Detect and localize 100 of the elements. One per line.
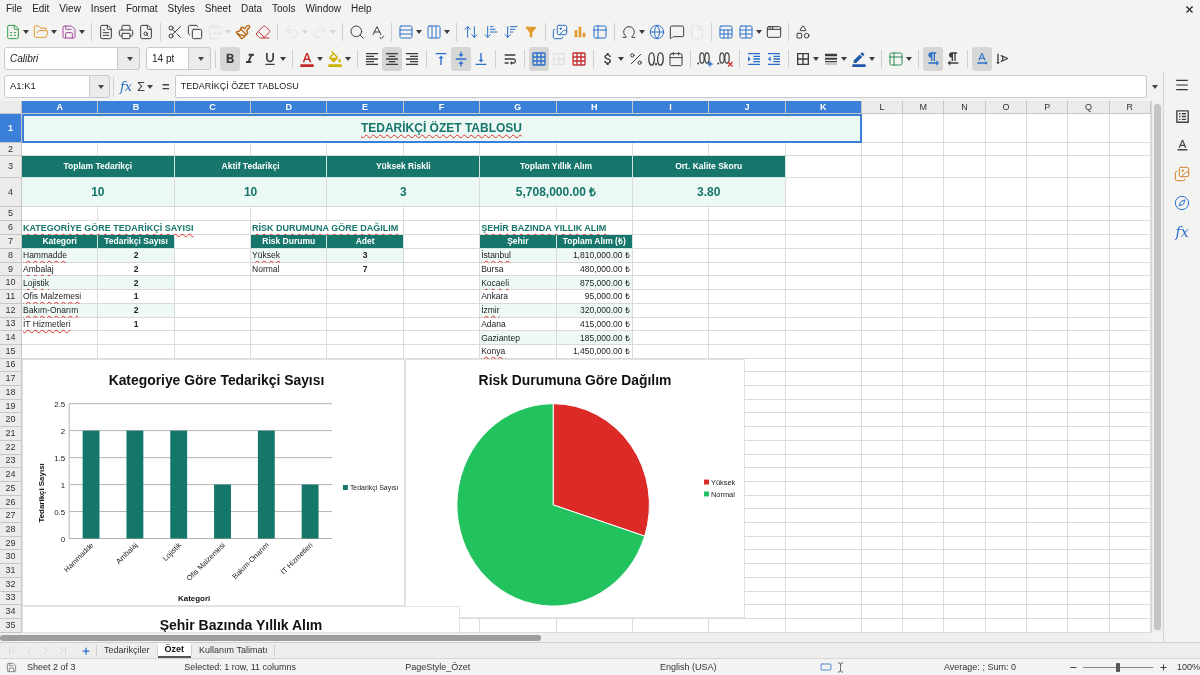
menu-item[interactable]: Insert [85,4,121,14]
table-cell: 2 [98,276,175,291]
sheet-tab[interactable]: Kullanım Talimatı [192,643,275,658]
column-header[interactable]: D [251,101,328,114]
kpi-header-cell: Yüksek Riskli [327,156,481,178]
column-header[interactable]: M [903,101,945,114]
row-header[interactable]: 6 [0,221,22,235]
kpi-header-cell: Toplam Tedarikçi [22,156,175,178]
zoom-level: 100% [1176,662,1200,672]
table-cell: 3 [327,249,404,263]
row-header[interactable]: 11 [0,290,22,304]
font-name-field[interactable]: Calibri [4,47,118,70]
table-cell: 1,810,000.00 ₺ [556,249,633,263]
menu-item[interactable]: Styles [162,4,200,14]
row-header[interactable]: 27 [0,509,22,524]
vertical-scrollbar[interactable] [1151,101,1163,633]
sheet-tab[interactable]: Özet [157,643,192,658]
column-header[interactable]: B [98,101,175,114]
name-box[interactable]: A1:K1 [4,75,90,98]
caret-icon [51,29,57,34]
column-header[interactable]: L [861,101,904,114]
column-header[interactable]: K [785,101,862,114]
close-icon [1183,3,1195,15]
font-name-dropdown[interactable] [118,47,140,70]
row-header[interactable]: 14 [0,331,22,345]
table-header-cell: Risk Durumu [251,235,328,249]
row-header[interactable]: 24 [0,468,22,482]
row-header[interactable]: 31 [0,564,22,578]
column-header[interactable]: A [22,101,99,114]
font-size-field[interactable]: 14 pt [146,47,189,70]
kpi-value-cell: 3 [327,178,481,207]
caret-icon [869,56,875,61]
menu-item[interactable]: Help [346,4,377,14]
column-header[interactable]: H [556,101,633,114]
menu-item[interactable]: Data [235,4,268,14]
row-header[interactable]: 18 [0,386,22,400]
row-header[interactable]: 7 [0,235,22,249]
caret-icon [618,56,624,61]
zoom-slider[interactable] [1083,662,1154,672]
table-header-cell: Tedarikçi Sayısı [98,235,175,249]
row-header[interactable]: 8 [0,249,22,263]
caret-icon [126,56,133,61]
column-header[interactable]: P [1027,101,1069,114]
sum-button[interactable]: Σ [135,80,156,93]
column-header[interactable]: F [403,101,481,114]
column-header[interactable]: I [632,101,710,114]
table-header-cell: Toplam Alım (₺) [556,235,633,249]
column-header[interactable]: C [174,101,252,114]
caret-icon [79,29,85,34]
row-header[interactable]: 1 [0,114,22,143]
formula-input[interactable]: TEDARİKÇİ ÖZET TABLOSU [174,75,1147,98]
sheet-tab[interactable]: Tedarikçiler [97,643,157,658]
table-cell: Kocaeli [480,276,557,291]
rectangle-icon[interactable] [820,661,833,673]
menu-item[interactable]: File [1,4,28,14]
table-cell: Bakım-Onarım [22,303,99,318]
row-header[interactable]: 5 [0,207,22,221]
table-cell: Gaziantep [480,331,557,345]
menu-item[interactable]: Sheet [199,4,236,14]
row-header[interactable]: 10 [0,276,22,291]
chart-title: Kategoriye Göre Tedarikçi Sayısı [108,371,325,388]
language: English (USA) [658,662,718,672]
row-header[interactable]: 4 [0,178,22,207]
column-header[interactable]: R [1109,101,1151,114]
kpi-value-cell: 5,708,000.00 ₺ [480,178,633,207]
title-cell: TEDARİKÇİ ÖZET TABLOSU [22,114,862,143]
function-wizard-button[interactable]: fx [117,80,135,93]
tick-label: 2.5 [54,399,66,409]
caret-icon [1152,84,1158,89]
column-header[interactable]: N [944,101,986,114]
column-header[interactable]: E [327,101,404,114]
row-header[interactable]: 17 [0,372,22,387]
table-header-cell: Şehir [480,235,557,249]
menu-item[interactable]: Format [120,4,163,14]
formula-button[interactable]: = [160,80,172,93]
horizontal-scrollbar[interactable] [0,633,1151,642]
zoom-in-button[interactable] [1157,661,1169,673]
row-header[interactable]: 30 [0,550,22,565]
menu-item[interactable]: Edit [27,4,55,14]
column-header[interactable]: J [709,101,786,114]
column-header[interactable]: Q [1068,101,1110,114]
caret-icon [639,29,645,34]
row-header[interactable]: 3 [0,156,22,178]
selection-summary: Average: ; Sum: 0 [943,662,1017,672]
row-header[interactable]: 34 [0,605,22,619]
row-header[interactable]: 21 [0,427,22,441]
menu-item[interactable]: Tools [267,4,301,14]
name-box-dropdown[interactable] [90,75,110,98]
menu-item[interactable]: Window [300,4,346,14]
kpi-value-cell: 3.80 [632,178,786,207]
row-header[interactable]: 2 [0,143,22,156]
column-header[interactable]: O [985,101,1027,114]
table-cell: İstanbul [480,249,557,263]
menu-item[interactable]: View [54,4,86,14]
zoom-slider-thumb[interactable] [1116,662,1121,672]
functions-button[interactable]: fx [1170,221,1194,243]
plus-icon [81,645,91,656]
column-header[interactable]: G [480,101,557,114]
row-header[interactable]: 28 [0,523,22,537]
row-header[interactable]: 20 [0,413,22,428]
